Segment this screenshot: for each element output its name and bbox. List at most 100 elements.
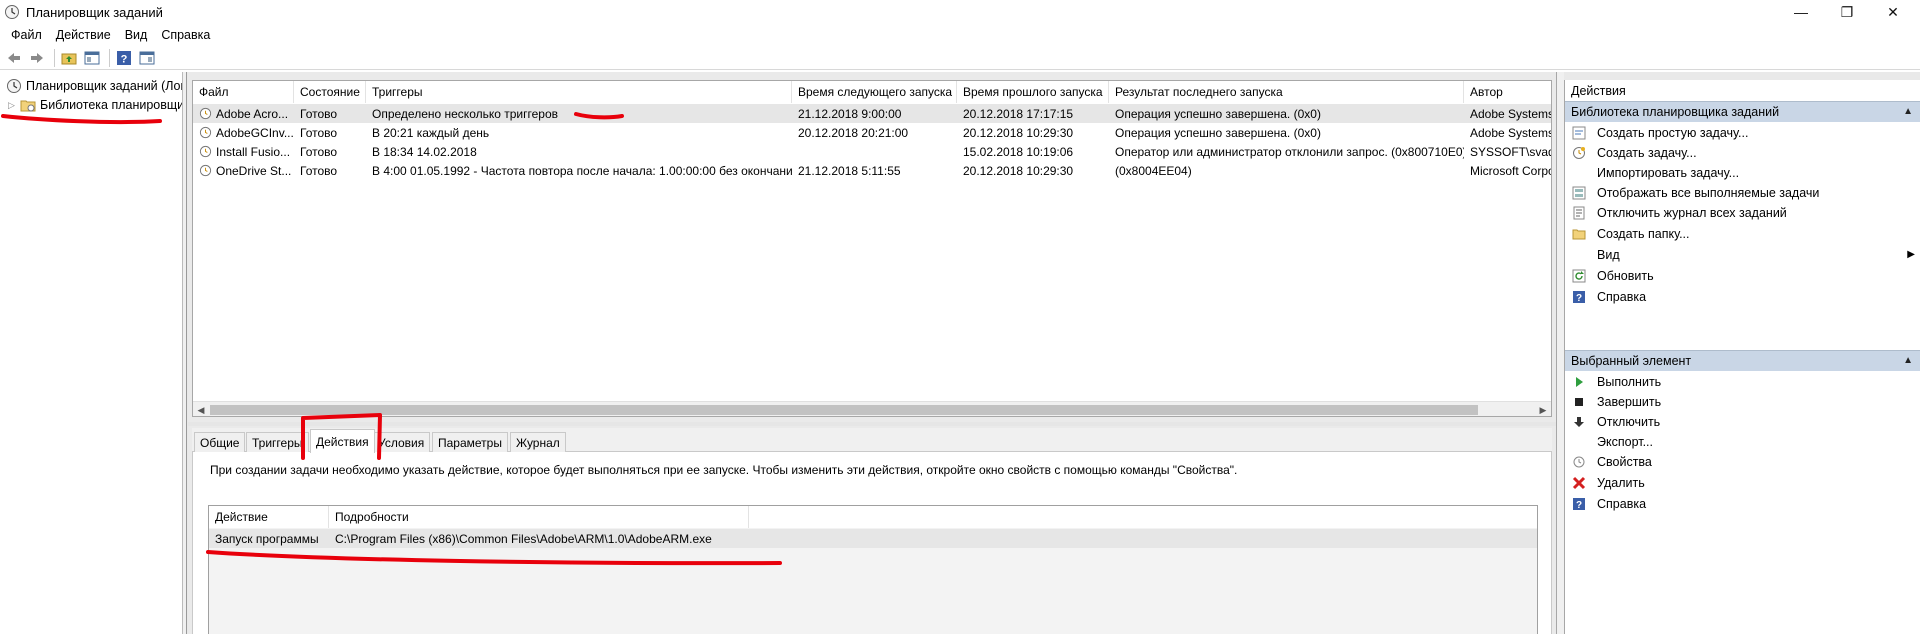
action-view[interactable]: Вид ▶ [1565,245,1920,265]
tab-triggers[interactable]: Триггеры [246,432,309,452]
column-header[interactable]: Результат последнего запуска [1109,81,1464,103]
task-icon [199,107,212,120]
toolbar-separator [54,48,55,67]
tree-root[interactable]: Планировщик заданий (Локальный компьютер… [6,77,182,95]
task-triggers: Определено несколько триггеров [372,106,559,121]
column-header[interactable]: Время прошлого запуска [957,81,1109,103]
column-header[interactable]: Файл [193,81,294,103]
table-row[interactable]: Install Fusio... Готово В 18:34 14.02.20… [193,142,1551,161]
left-splitter[interactable] [183,72,187,634]
collapse-icon[interactable]: ▲ [1903,106,1913,117]
task-last-run: 20.12.2018 17:17:15 [963,106,1074,121]
section-selected-item-header[interactable]: Выбранный элемент ▲ [1565,350,1920,371]
tab-general[interactable]: Общие [194,432,246,452]
folder-icon [1571,226,1587,242]
column-header[interactable]: Действие [209,506,329,528]
action-import-task[interactable]: Импортировать задачу... [1565,163,1920,183]
section-library-header[interactable]: Библиотека планировщика заданий ▲ [1565,101,1920,122]
help-icon: ? [117,50,131,65]
horizontal-scrollbar[interactable]: ◀ ▶ [193,401,1551,416]
tab-actions[interactable]: Действия [310,429,375,453]
show-hide-tree-button[interactable] [82,48,102,68]
show-action-pane-button[interactable] [137,48,157,68]
collapse-icon[interactable]: ▲ [1903,355,1913,366]
action-disable-history[interactable]: Отключить журнал всех заданий [1565,203,1920,223]
title-bar: Планировщик заданий — ❐ ✕ [0,0,1920,24]
task-state: Готово [300,125,338,140]
scrollbar-thumb[interactable] [210,405,1478,415]
scroll-left-icon[interactable]: ◀ [193,402,209,416]
action-label: Отключить журнал всех заданий [1597,206,1787,220]
help-button[interactable]: ? [114,48,134,68]
menu-file[interactable]: Файл [4,28,49,42]
action-label: Завершить [1597,395,1662,409]
task-name: AdobeGCInv... [216,125,294,140]
menu-help[interactable]: Справка [154,28,217,42]
action-run[interactable]: Выполнить [1565,372,1920,392]
action-help-selected[interactable]: ? Справка [1565,494,1920,514]
scroll-right-icon[interactable]: ▶ [1535,402,1551,416]
stop-icon [1571,394,1587,410]
action-properties[interactable]: Свойства [1565,452,1920,472]
right-splitter[interactable] [1556,72,1564,634]
tab-history[interactable]: Журнал [510,432,566,452]
table-row[interactable]: Запуск программы C:\Program Files (x86)\… [209,529,1537,548]
minimize-button[interactable]: — [1778,0,1824,24]
console-tree: Планировщик заданий (Локальный компьютер… [0,72,183,634]
svg-text:?: ? [121,53,128,65]
action-label: Справка [1597,290,1647,304]
action-refresh[interactable]: Обновить [1565,266,1920,286]
forward-button[interactable] [27,48,47,68]
table-row[interactable]: Adobe Acro... Готово Определено нескольк… [193,104,1552,123]
center-pane: Файл Состояние Триггеры Время следующего… [188,72,1556,634]
task-author: Adobe Systems In [1470,125,1552,140]
column-header[interactable]: Триггеры [366,81,792,103]
close-button[interactable]: ✕ [1870,0,1916,24]
task-last-run: 20.12.2018 10:29:30 [963,125,1074,140]
task-name: OneDrive St... [216,163,292,178]
action-end[interactable]: Завершить [1565,392,1920,412]
action-create-task[interactable]: Создать задачу... [1565,143,1920,163]
task-next-run: 20.12.2018 20:21:00 [798,125,909,140]
menu-view[interactable]: Вид [118,28,155,42]
action-help[interactable]: ? Справка [1565,287,1920,307]
up-folder-button[interactable] [59,48,79,68]
column-header[interactable]: Подробности [329,506,749,528]
tab-settings[interactable]: Параметры [432,432,508,452]
menu-action[interactable]: Действие [49,28,118,42]
action-new-folder[interactable]: Создать папку... [1565,224,1920,244]
tree-library[interactable]: ▷ Библиотека планировщика заданий [8,96,182,114]
task-triggers: В 18:34 14.02.2018 [372,144,477,159]
task-author: SYSSOFT\svaduti [1470,144,1551,159]
horizontal-splitter[interactable] [188,422,1556,426]
task-author: Adobe Systems In [1470,106,1552,121]
maximize-button[interactable]: ❐ [1824,0,1870,24]
action-create-basic-task[interactable]: Создать простую задачу... [1565,123,1920,143]
action-delete[interactable]: Удалить [1565,473,1920,493]
action-disable[interactable]: Отключить [1565,412,1920,432]
action-label: Отключить [1597,415,1661,429]
column-header[interactable]: Автор [1464,81,1551,103]
expand-arrow-icon[interactable]: ▷ [8,100,20,111]
action-export[interactable]: Экспорт... [1565,432,1920,452]
table-row[interactable]: OneDrive St... Готово В 4:00 01.05.1992 … [193,161,1552,180]
task-last-result: Оператор или администратор отклонили зап… [1115,144,1464,159]
back-button[interactable] [4,48,24,68]
task-last-result: Операция успешно завершена. (0x0) [1115,106,1321,121]
table-row[interactable]: AdobeGCInv... Готово В 20:21 каждый день… [193,123,1552,142]
action-pane-icon [139,51,155,64]
section-title: Библиотека планировщика заданий [1571,105,1780,119]
toolbar: ? [0,46,1920,70]
column-header[interactable]: Состояние [294,81,366,103]
tree-root-label: Планировщик заданий (Локальный компьютер… [26,79,182,93]
tab-conditions[interactable]: Условия [372,432,431,452]
action-label: Вид [1597,248,1620,262]
folder-icon [20,100,36,112]
action-label: Импортировать задачу... [1597,166,1740,180]
task-state: Готово [300,163,338,178]
column-header[interactable]: Время следующего запуска [792,81,957,103]
action-show-running[interactable]: Отображать все выполняемые задачи [1565,183,1920,203]
task-author: Microsoft Corpor [1470,163,1552,178]
task-next-run: 21.12.2018 9:00:00 [798,106,902,121]
task-name: Adobe Acro... [216,106,289,121]
